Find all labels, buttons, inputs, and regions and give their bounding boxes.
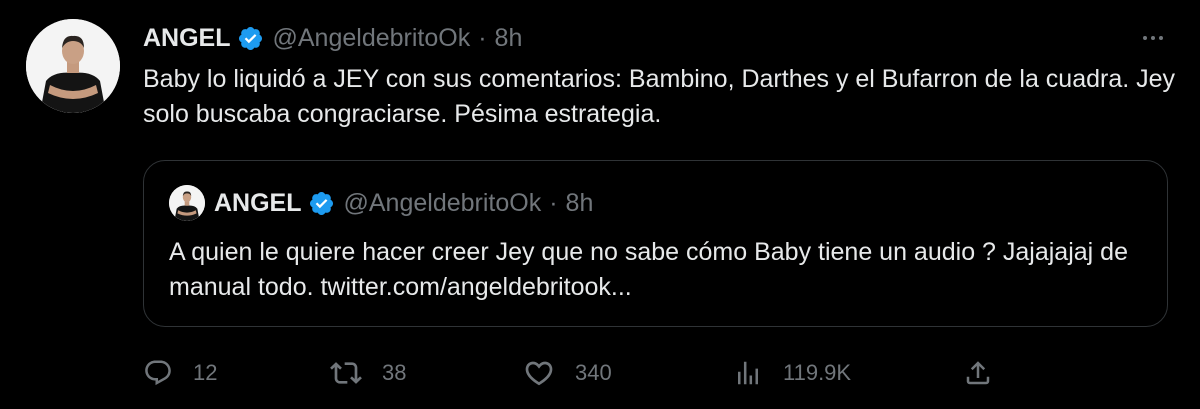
tweet-text: Baby lo liquidó a JEY con sus comentario… [143,65,1176,128]
quoted-tweet-text: A quien le quiere hacer creer Jey que no… [169,238,1128,301]
retweet-button[interactable]: 38 [330,353,406,393]
verified-badge-icon [308,190,335,217]
avatar-image [26,19,120,113]
tweet-timestamp[interactable]: 8h [495,24,523,53]
author-name[interactable]: ANGEL [143,24,231,53]
views-chart-icon [738,361,758,385]
heart-icon [525,361,553,386]
quoted-author-name: ANGEL [214,188,302,217]
share-button[interactable] [963,353,993,393]
separator-dot: · [478,23,487,52]
author-avatar[interactable] [26,19,120,113]
reply-button[interactable]: 12 [143,353,217,393]
tweet-actions: 12 38 340 119.9K [143,353,1003,393]
verified-badge-icon [237,25,264,52]
tweet-card[interactable]: ANGEL @AngeldebritoOk · 8h Baby lo liqui… [0,0,1200,409]
share-icon [966,361,990,385]
like-count: 340 [575,360,612,385]
reply-icon [145,360,171,386]
tweet-header: ANGEL @AngeldebritoOk · 8h [143,22,522,54]
separator-dot: · [549,188,558,217]
quoted-author-handle: @AngeldebritoOk [343,188,542,217]
reply-count: 12 [193,360,218,385]
retweet-count: 38 [382,360,407,385]
quoted-avatar-image [169,185,205,221]
like-button[interactable]: 340 [523,353,612,393]
quoted-author-avatar[interactable] [169,185,205,221]
quoted-tweet[interactable]: ANGEL @AngeldebritoOk · 8h A quien le qu… [143,160,1168,327]
more-horizontal-icon[interactable] [1138,26,1168,50]
quoted-timestamp: 8h [565,188,594,217]
author-handle[interactable]: @AngeldebritoOk [273,24,471,53]
views-count: 119.9K [783,360,852,385]
retweet-icon [330,362,362,384]
views-button[interactable]: 119.9K [733,353,851,393]
quoted-header: ANGEL @AngeldebritoOk · 8h [214,187,593,219]
